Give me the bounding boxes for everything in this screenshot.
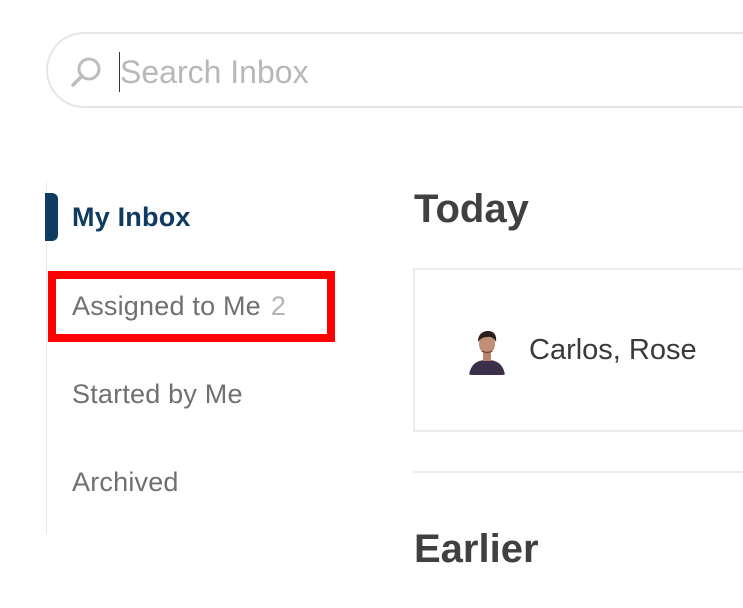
- active-nav-indicator: [45, 193, 58, 241]
- search-input[interactable]: [120, 48, 680, 96]
- search-bar[interactable]: [46, 32, 743, 108]
- conversation-card[interactable]: Carlos, Rose: [413, 268, 743, 432]
- conversation-participants: Carlos, Rose: [529, 334, 697, 366]
- sidebar-item-label: Started by Me: [72, 379, 243, 409]
- avatar: [466, 327, 508, 375]
- sidebar-item-archived[interactable]: Archived: [72, 462, 179, 502]
- sidebar-item-started-by-me[interactable]: Started by Me: [72, 374, 243, 414]
- search-icon: [71, 57, 101, 87]
- section-title-earlier: Earlier: [414, 527, 539, 571]
- sidebar-item-assigned-to-me[interactable]: Assigned to Me 2: [72, 286, 286, 326]
- assigned-count-badge: 2: [270, 291, 287, 321]
- sidebar-item-label: My Inbox: [72, 202, 191, 232]
- page: My Inbox Assigned to Me 2 Started by Me A…: [0, 0, 743, 608]
- section-title-today: Today: [414, 187, 529, 231]
- sidebar-item-label: Assigned to Me: [72, 291, 261, 321]
- sidebar-item-label: Archived: [72, 467, 179, 497]
- sidebar-item-my-inbox[interactable]: My Inbox: [72, 197, 191, 237]
- section-divider: [413, 471, 743, 473]
